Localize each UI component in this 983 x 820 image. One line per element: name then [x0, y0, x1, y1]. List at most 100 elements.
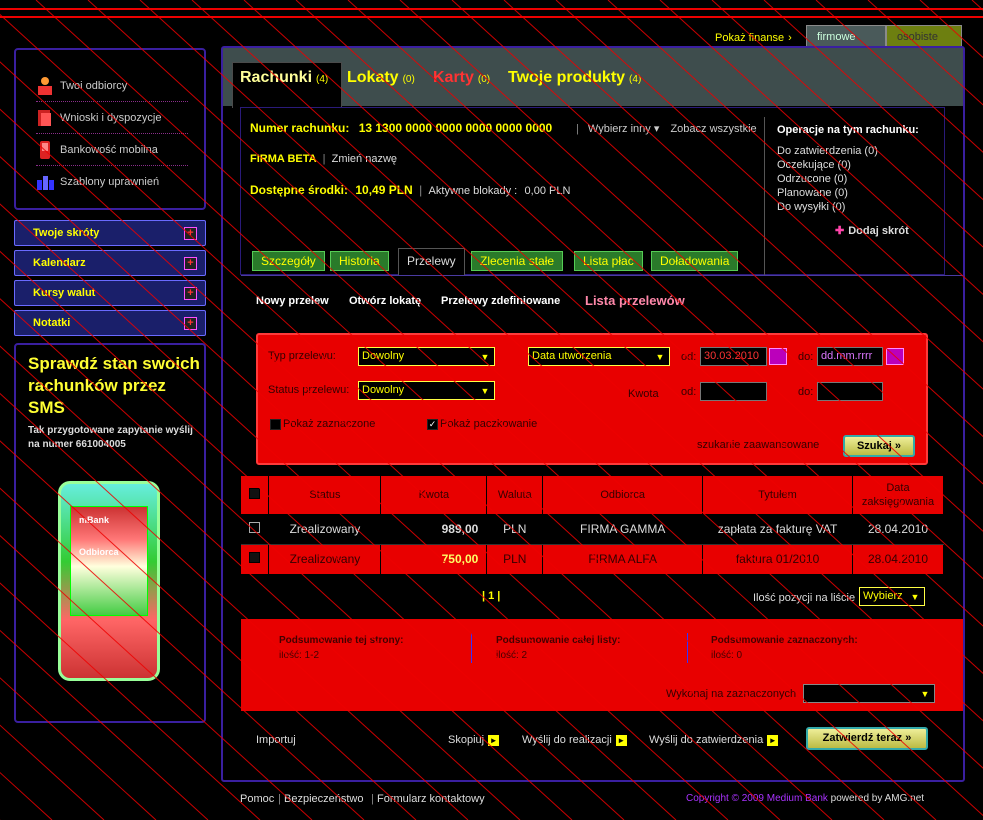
- subtab-standing-orders[interactable]: Zlecenia stałe: [471, 251, 564, 271]
- execute-on-selected-select[interactable]: ▼: [803, 684, 935, 703]
- column-header[interactable]: Data zaksięgowania: [852, 476, 945, 514]
- accordion-shortcuts[interactable]: Twoje skróty +: [14, 220, 206, 246]
- op-rejected[interactable]: Odrzucone (0): [777, 173, 847, 185]
- amount-from-input[interactable]: [700, 382, 767, 401]
- powered-by: powered by AMG.net: [830, 793, 925, 804]
- column-header[interactable]: Waluta: [486, 476, 544, 514]
- expand-icon[interactable]: +: [184, 287, 197, 300]
- show-batching-checkbox[interactable]: ✓: [427, 419, 438, 430]
- cell-recipient: FIRMA ALFA: [542, 544, 704, 574]
- accordion-label: Twoje skróty: [33, 227, 100, 239]
- amount-to-label: do:: [798, 386, 814, 398]
- top-rule: [0, 16, 983, 18]
- op-pending[interactable]: Oczekujące (0): [777, 159, 851, 171]
- transfer-status-select[interactable]: Dowolny ▼: [358, 381, 495, 400]
- documents-icon: [38, 110, 51, 126]
- users-group-icon: [37, 176, 54, 190]
- choose-other-link[interactable]: Wybierz inny ▾: [588, 123, 659, 135]
- expand-icon[interactable]: +: [184, 317, 197, 330]
- row-checkbox[interactable]: [249, 521, 261, 533]
- rename-link[interactable]: Zmień nazwę: [332, 153, 397, 165]
- sidebar-item-recipients[interactable]: Twoi odbiorcy: [36, 70, 188, 102]
- sidebar-item-permissions[interactable]: Szablony uprawnień: [36, 166, 188, 198]
- tab-osobiste[interactable]: osobiste: [886, 25, 962, 47]
- new-transfer-link[interactable]: Nowy przelew: [256, 295, 329, 307]
- column-header[interactable]: Kwota: [380, 476, 488, 514]
- expand-icon[interactable]: +: [184, 227, 197, 240]
- expand-icon[interactable]: +: [184, 257, 197, 270]
- column-header[interactable]: Odbiorca: [542, 476, 704, 514]
- subtab-history[interactable]: Historia: [330, 251, 389, 271]
- add-shortcut-link[interactable]: ✚ Dodaj skrót: [835, 224, 909, 237]
- transfer-type-select[interactable]: Dowolny ▼: [358, 347, 495, 366]
- defined-transfers-link[interactable]: Przelewy zdefiniowane: [441, 295, 560, 307]
- subtab-payroll[interactable]: Lista płac: [574, 251, 643, 271]
- send-realize-link[interactable]: Wyślij do realizacji ►: [522, 734, 627, 746]
- transfer-list-link[interactable]: Lista przelewów: [585, 293, 685, 308]
- see-all-link[interactable]: Zobacz wszystkie: [670, 123, 756, 135]
- amount-from-label: od:: [681, 386, 697, 398]
- sidebar-menu: Twoi odbiorcy Wnioski i dyspozycje Banko…: [14, 48, 206, 210]
- subtab-transfers[interactable]: Przelewy: [398, 248, 465, 275]
- calendar-icon[interactable]: [769, 348, 787, 365]
- copy-link[interactable]: Skopiuj ►: [448, 734, 500, 746]
- double-chevron-right-icon: »: [905, 732, 912, 744]
- table-row[interactable]: Zrealizowany 750,00 PLN FIRMA ALFA faktu…: [241, 544, 945, 574]
- tab-twoje-produkty[interactable]: Twoje produkty (4): [508, 69, 641, 87]
- available-amount: 10,49 PLN: [355, 183, 413, 197]
- cell-currency: PLN: [486, 544, 544, 574]
- advanced-search-link[interactable]: szukanie zaawansowane: [697, 439, 819, 451]
- row-checkbox[interactable]: [249, 552, 261, 564]
- calendar-icon[interactable]: [886, 348, 904, 365]
- footer-link-contact[interactable]: Formularz kontaktowy: [377, 793, 485, 805]
- import-link[interactable]: Importuj: [256, 734, 296, 746]
- promo-headline: Sprawdź stan swoich rachunków przez SMS: [28, 354, 200, 417]
- phone-brand: mBank: [79, 515, 110, 525]
- approve-now-button[interactable]: Zatwierdź teraz »: [806, 727, 928, 750]
- table-row[interactable]: Zrealizowany 989,00 PLN FIRMA GAMMA zapł…: [241, 514, 945, 545]
- select-all-header[interactable]: [241, 476, 270, 514]
- column-header[interactable]: Status: [268, 476, 382, 514]
- op-to-approve[interactable]: Do zatwierdzenia (0): [777, 145, 878, 157]
- stripe-line: [971, 0, 983, 11]
- accordion-exchange-rates[interactable]: Kursy walut +: [14, 280, 206, 306]
- date-type-select[interactable]: Data utworzenia ▼: [528, 347, 670, 366]
- per-page-select[interactable]: Wybierz ▼: [859, 587, 925, 606]
- tab-firmowe[interactable]: firmowe: [806, 25, 886, 47]
- send-approve-link[interactable]: Wyślij do zatwierdzenia ►: [649, 734, 779, 746]
- tab-karty[interactable]: Karty (0): [433, 69, 490, 87]
- tab-lokaty[interactable]: Lokaty (0): [347, 69, 415, 87]
- pagination[interactable]: | 1 |: [482, 590, 500, 602]
- subtab-details[interactable]: Szczegóły: [252, 251, 325, 271]
- available-label: Dostępne środki:: [250, 183, 349, 197]
- open-deposit-link[interactable]: Otwórz lokatę: [349, 295, 421, 307]
- search-button[interactable]: Szukaj »: [843, 435, 915, 457]
- chevron-down-icon: ▾: [653, 123, 660, 135]
- footer-link-security[interactable]: Bezpieczeństwo: [284, 793, 364, 805]
- transfer-type-label: Typ przelewu:: [268, 350, 336, 362]
- sidebar-item-requests[interactable]: Wnioski i dyspozycje: [36, 102, 188, 134]
- cell-amount: 989,00: [380, 514, 488, 545]
- subtab-topups[interactable]: Doładowania: [651, 251, 739, 271]
- op-to-send[interactable]: Do wysyłki (0): [777, 201, 845, 213]
- promo-text: Tak przygotowane zapytanie wyślij na num…: [28, 425, 193, 450]
- date-to-input[interactable]: dd.mm.rrrr: [817, 347, 883, 366]
- date-from-input[interactable]: 30.03.2010: [700, 347, 767, 366]
- show-finance-link[interactable]: Pokaż finanse ›: [715, 32, 792, 44]
- sidebar-item-label: Wnioski i dyspozycje: [60, 112, 162, 124]
- select-all-checkbox[interactable]: [249, 488, 261, 499]
- column-header[interactable]: Tytułem: [702, 476, 853, 514]
- sms-promo-banner[interactable]: Sprawdź stan swoich rachunków przez SMS …: [14, 343, 206, 723]
- accordion-label: Kursy walut: [33, 287, 96, 299]
- accordion-calendar[interactable]: Kalendarz +: [14, 250, 206, 276]
- account-number: 13 1300 0000 0000 0000 0000 0000: [358, 121, 553, 135]
- amount-to-input[interactable]: [817, 382, 883, 401]
- accordion-notes[interactable]: Notatki +: [14, 310, 206, 336]
- operations-panel: Operacje na tym rachunku: Do zatwierdzen…: [764, 117, 944, 275]
- chevron-down-icon: ▼: [480, 386, 490, 396]
- footer-link-help[interactable]: Pomoc: [240, 793, 274, 805]
- tab-rachunki[interactable]: Rachunki (4): [240, 69, 328, 87]
- sidebar-item-mobile[interactable]: Bankowość mobilna: [36, 134, 188, 166]
- op-planned[interactable]: Planowane (0): [777, 187, 848, 199]
- show-selected-checkbox[interactable]: [270, 419, 281, 430]
